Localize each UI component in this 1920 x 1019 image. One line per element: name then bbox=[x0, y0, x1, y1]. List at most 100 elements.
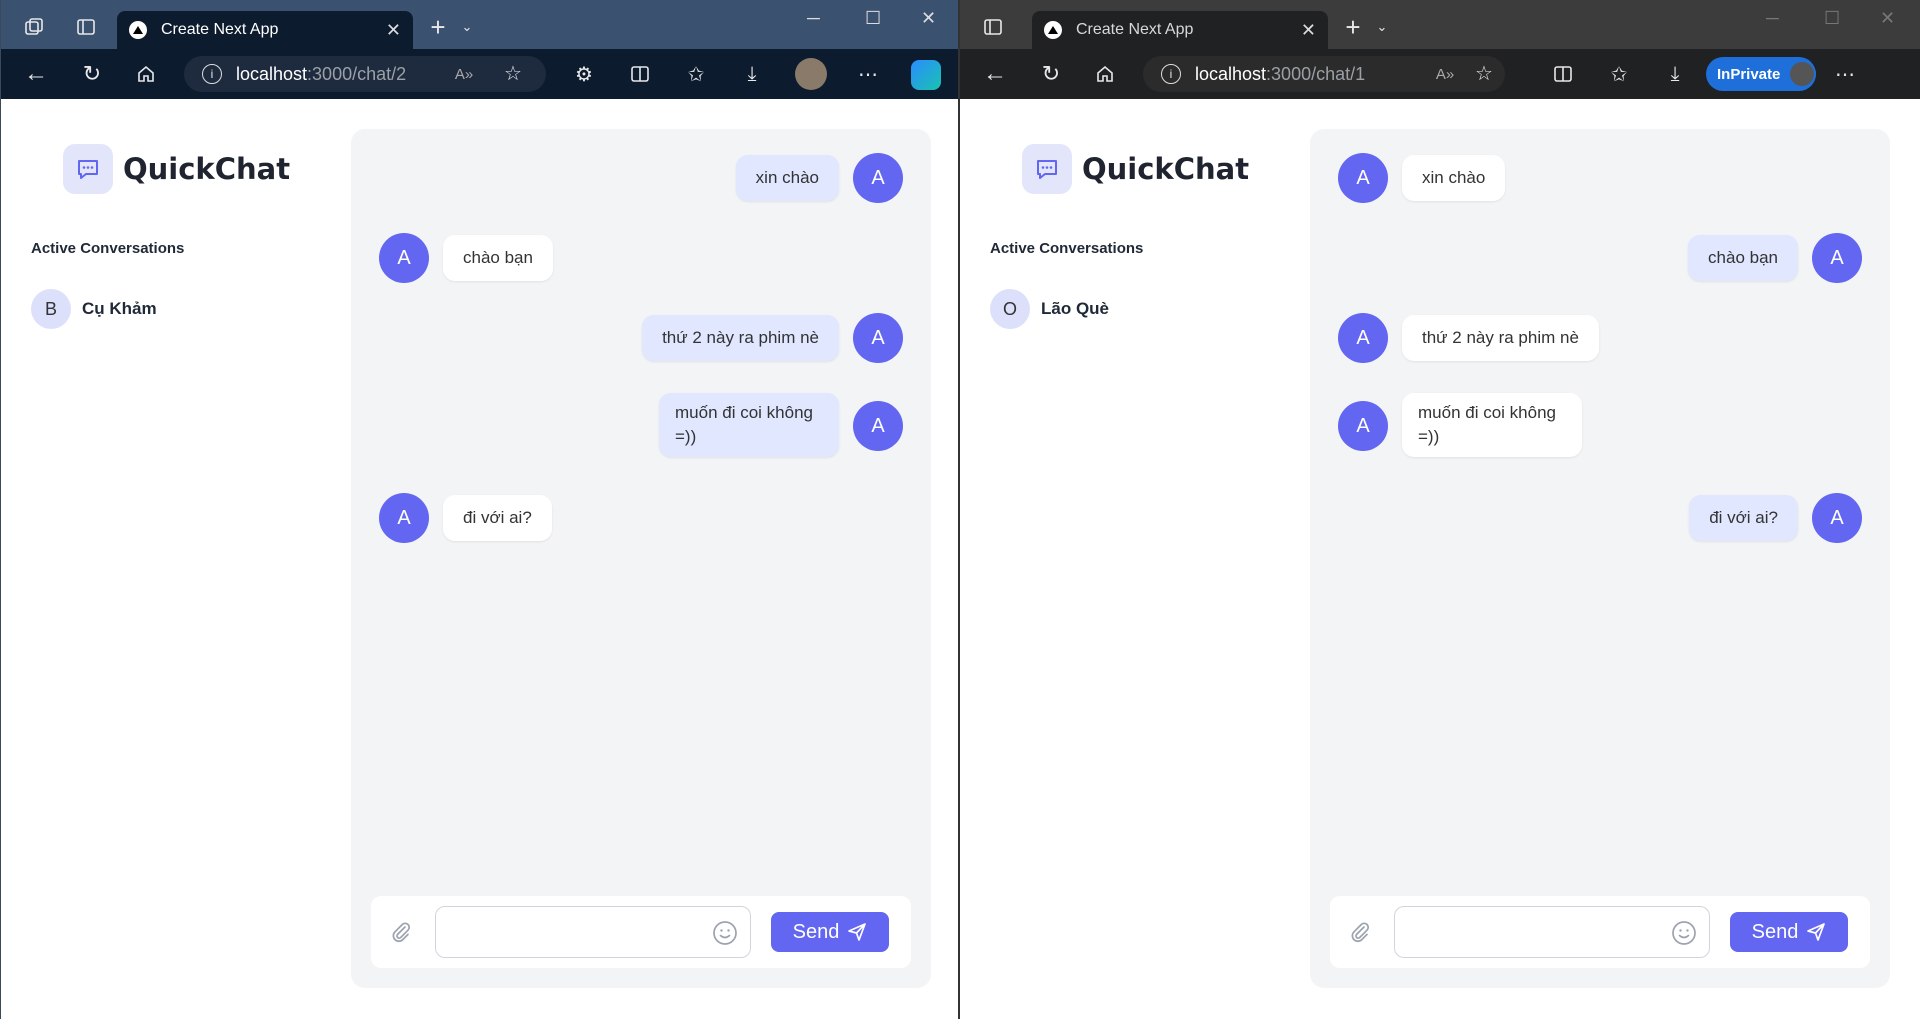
info-icon[interactable]: i bbox=[202, 64, 222, 84]
conversation-item[interactable]: O Lão Què bbox=[990, 289, 1109, 329]
emoji-icon[interactable] bbox=[1671, 920, 1697, 946]
tab-active[interactable]: Create Next App ✕ bbox=[117, 11, 413, 49]
nextjs-favicon-icon bbox=[129, 21, 147, 39]
new-tab-icon[interactable]: + bbox=[425, 12, 451, 42]
message-bubble: chào bạn bbox=[1688, 235, 1798, 281]
brand-name: QuickChat bbox=[123, 152, 291, 186]
home-icon[interactable] bbox=[1092, 61, 1118, 87]
message-row: Achào bạn bbox=[351, 233, 931, 287]
more-icon[interactable]: ⋯ bbox=[855, 61, 881, 87]
minimize-icon[interactable]: ─ bbox=[807, 8, 820, 29]
brand: QuickChat bbox=[1022, 144, 1249, 194]
url-path: :3000/chat/1 bbox=[1266, 63, 1366, 84]
brand-name: QuickChat bbox=[1082, 152, 1250, 186]
home-icon[interactable] bbox=[133, 61, 159, 87]
tab-list-chevron-icon[interactable]: ⌄ bbox=[457, 16, 477, 38]
favorites-icon[interactable]: ✩ bbox=[683, 61, 709, 87]
send-icon bbox=[848, 923, 867, 941]
chat-logo-icon bbox=[63, 144, 113, 194]
split-screen-icon[interactable] bbox=[1550, 61, 1576, 87]
maximize-icon[interactable]: ☐ bbox=[1824, 8, 1840, 29]
inprivate-badge[interactable]: InPrivate bbox=[1706, 57, 1816, 91]
refresh-icon[interactable]: ↻ bbox=[1038, 61, 1064, 87]
inprivate-label: InPrivate bbox=[1717, 65, 1781, 83]
avatar: A bbox=[853, 401, 903, 451]
avatar: A bbox=[379, 233, 429, 283]
message-input[interactable] bbox=[435, 906, 751, 958]
read-aloud-icon[interactable]: A» bbox=[454, 64, 474, 84]
conversation-item[interactable]: B Cụ Khảm bbox=[31, 289, 157, 329]
message-bubble: muốn đi coi không =)) bbox=[1402, 393, 1582, 457]
nextjs-favicon-icon bbox=[1044, 21, 1062, 39]
tab-list-chevron-icon[interactable]: ⌄ bbox=[1372, 16, 1392, 38]
conversation-name: Lão Què bbox=[1041, 299, 1110, 318]
favorite-icon[interactable]: ☆ bbox=[1473, 62, 1495, 85]
new-tab-icon[interactable]: + bbox=[1340, 12, 1366, 42]
avatar: A bbox=[853, 153, 903, 203]
tab-actions-icon[interactable] bbox=[980, 14, 1006, 40]
message-row: Ađi với ai? bbox=[351, 493, 931, 547]
attach-icon[interactable] bbox=[1348, 920, 1372, 944]
conversation-name: Cụ Khảm bbox=[82, 299, 157, 318]
profile-avatar bbox=[1788, 60, 1816, 88]
download-icon[interactable]: ⤓ bbox=[1662, 61, 1688, 87]
refresh-icon[interactable]: ↻ bbox=[79, 61, 105, 87]
address-bar[interactable]: i localhost:3000/chat/1 A» ☆ bbox=[1143, 56, 1505, 92]
minimize-icon[interactable]: ─ bbox=[1766, 8, 1779, 29]
chat-page: QuickChat Active Conversations O Lão Què… bbox=[960, 99, 1920, 1019]
avatar: A bbox=[1812, 233, 1862, 283]
composer: Send bbox=[1330, 896, 1870, 968]
close-window-icon[interactable]: ✕ bbox=[921, 8, 936, 29]
download-icon[interactable]: ⤓ bbox=[739, 61, 765, 87]
tab-actions-icon[interactable] bbox=[73, 14, 99, 40]
message-row: Amuốn đi coi không =)) bbox=[351, 393, 931, 457]
message-row: Ađi với ai? bbox=[1310, 493, 1890, 547]
attach-icon[interactable] bbox=[389, 920, 413, 944]
address-bar[interactable]: i localhost:3000/chat/2 A» ☆ bbox=[184, 56, 546, 92]
back-icon[interactable]: ← bbox=[982, 60, 1008, 87]
tab-bar: Create Next App ✕ + ⌄ ─ ☐ ✕ bbox=[1, 0, 958, 49]
chat-panel: Axin chào Achào bạn Athứ 2 này ra phim nè A… bbox=[351, 129, 931, 988]
avatar: A bbox=[1338, 153, 1388, 203]
split-screen-icon[interactable] bbox=[627, 61, 653, 87]
more-icon[interactable]: ⋯ bbox=[1832, 61, 1858, 87]
message-bubble: đi với ai? bbox=[443, 495, 552, 541]
back-icon[interactable]: ← bbox=[23, 60, 49, 87]
tab-active[interactable]: Create Next App ✕ bbox=[1032, 11, 1328, 49]
message-row: Athứ 2 này ra phim nè bbox=[1310, 313, 1890, 367]
send-icon bbox=[1807, 923, 1826, 941]
message-row: Athứ 2 này ra phim nè bbox=[351, 313, 931, 367]
avatar: O bbox=[990, 289, 1030, 329]
avatar: A bbox=[1812, 493, 1862, 543]
copilot-icon[interactable] bbox=[911, 60, 941, 90]
browser-window-1: Create Next App ✕ + ⌄ ─ ☐ ✕ ← ↻ i localh… bbox=[0, 0, 960, 1019]
section-title: Active Conversations bbox=[990, 240, 1144, 257]
url-host: localhost bbox=[236, 63, 308, 84]
section-title: Active Conversations bbox=[31, 240, 185, 257]
profile-avatar[interactable] bbox=[795, 58, 827, 90]
message-row: Achào bạn bbox=[1310, 233, 1890, 287]
composer: Send bbox=[371, 896, 911, 968]
read-aloud-icon[interactable]: A» bbox=[1435, 64, 1455, 84]
message-bubble: thứ 2 này ra phim nè bbox=[1402, 315, 1599, 361]
chat-panel: Axin chào Achào bạn Athứ 2 này ra phim nè A… bbox=[1310, 129, 1890, 988]
chat-page: QuickChat Active Conversations B Cụ Khảm… bbox=[1, 99, 958, 1019]
favorite-icon[interactable]: ☆ bbox=[502, 62, 524, 85]
tab-bar: Create Next App ✕ + ⌄ ─ ☐ ✕ bbox=[960, 0, 1920, 49]
send-button[interactable]: Send bbox=[771, 912, 889, 952]
maximize-icon[interactable]: ☐ bbox=[865, 8, 881, 29]
send-button[interactable]: Send bbox=[1730, 912, 1848, 952]
message-bubble: thứ 2 này ra phim nè bbox=[642, 315, 839, 361]
tab-close-icon[interactable]: ✕ bbox=[386, 20, 401, 41]
tab-title: Create Next App bbox=[161, 21, 279, 38]
info-icon[interactable]: i bbox=[1161, 64, 1181, 84]
tab-close-icon[interactable]: ✕ bbox=[1301, 20, 1316, 41]
message-input[interactable] bbox=[1394, 906, 1710, 958]
url-host: localhost bbox=[1195, 63, 1267, 84]
emoji-icon[interactable] bbox=[712, 920, 738, 946]
chat-logo-icon bbox=[1022, 144, 1072, 194]
workspaces-icon[interactable] bbox=[21, 14, 47, 40]
close-window-icon[interactable]: ✕ bbox=[1880, 8, 1895, 29]
extensions-icon[interactable]: ⚙ bbox=[571, 61, 597, 87]
favorites-icon[interactable]: ✩ bbox=[1606, 61, 1632, 87]
